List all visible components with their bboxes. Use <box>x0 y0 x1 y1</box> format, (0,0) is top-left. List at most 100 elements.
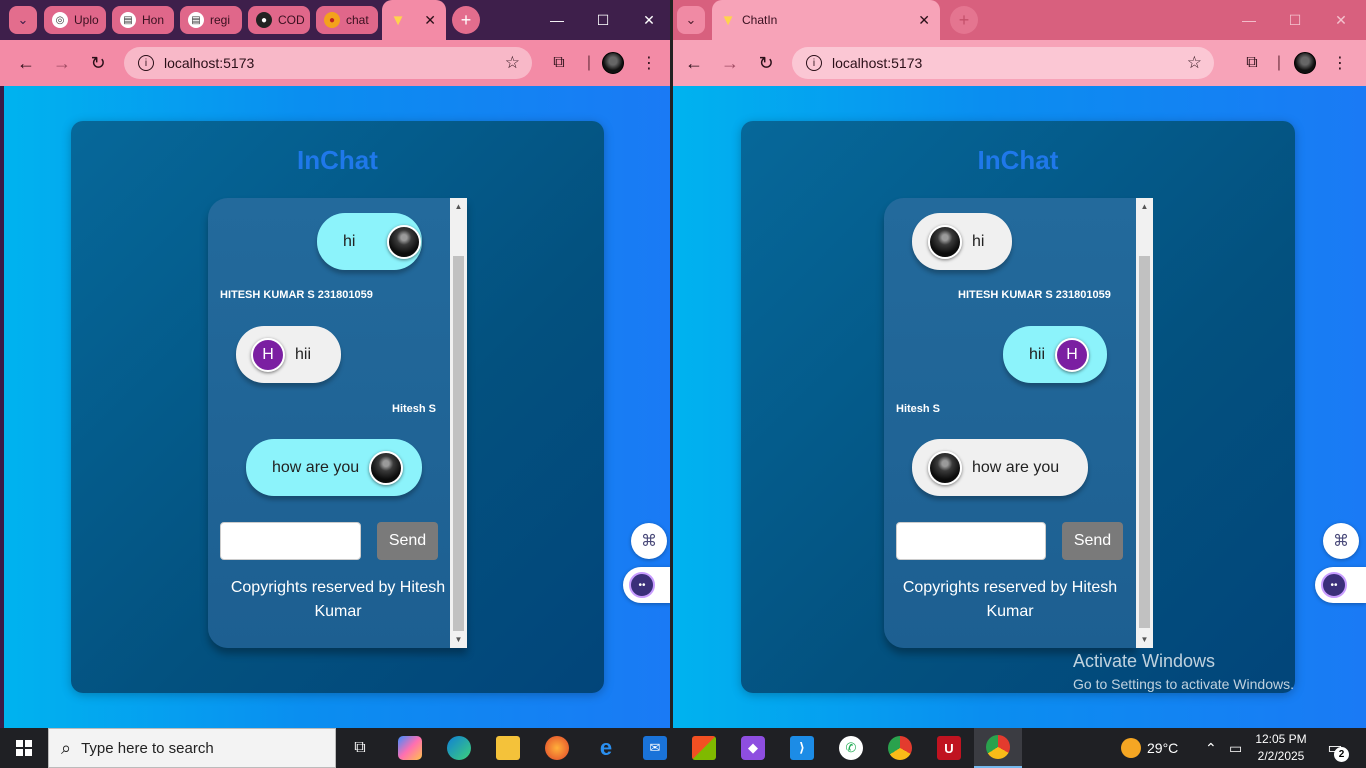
menu-icon[interactable]: ⋮ <box>1329 52 1351 74</box>
task-view-icon[interactable]: ⧉ <box>336 728 384 768</box>
battery-icon[interactable]: ▭ <box>1229 728 1242 768</box>
chat-messages[interactable]: hi HITESH KUMAR S 231801059 hii H Hitesh… <box>884 198 1136 648</box>
tab-5[interactable]: ● chat <box>316 6 378 34</box>
scroll-thumb[interactable] <box>1139 256 1150 628</box>
browser-toolbar: ← → ↻ i localhost:5173 ☆ ⧉ | ⋮ <box>0 40 672 86</box>
reload-button[interactable]: ↻ <box>754 51 778 75</box>
maximize-button[interactable]: ☐ <box>580 0 626 40</box>
taskbar-search[interactable]: ⌕ Type here to search <box>48 728 336 768</box>
profile-avatar[interactable] <box>1294 52 1316 74</box>
watermark-line-1: Activate Windows <box>1073 651 1216 671</box>
start-button[interactable] <box>0 728 48 768</box>
close-window-button[interactable]: ✕ <box>626 0 672 40</box>
message-bubble-own: hii H <box>1003 326 1107 383</box>
page-viewport: InChat hi HITESH KUMAR S 231801059 H hii… <box>4 86 672 728</box>
mail-icon[interactable]: ✉ <box>631 728 679 768</box>
forward-button[interactable]: → <box>50 51 74 75</box>
extensions-icon[interactable]: ⧉ <box>1241 52 1263 74</box>
tab-active[interactable]: ▼ ChatIn ✕ <box>712 0 940 40</box>
forward-button[interactable]: → <box>718 51 742 75</box>
app-title: InChat <box>297 145 378 175</box>
menu-icon[interactable]: ⋮ <box>638 52 660 74</box>
red-app-icon[interactable]: U <box>925 728 973 768</box>
clock[interactable]: 12:05 PM 2/2/2025 <box>1246 731 1316 765</box>
tab-4[interactable]: ● COD <box>248 6 310 34</box>
chat-messages[interactable]: hi HITESH KUMAR S 231801059 H hii Hitesh… <box>208 198 467 648</box>
chat-scrollbar[interactable]: ▲ ▼ <box>450 198 467 648</box>
browser-window-right: ⌄ ▼ ChatIn ✕ + — ☐ ✕ ← → ↻ i localhost:5… <box>672 0 1366 728</box>
tab-search-button[interactable]: ⌄ <box>9 6 37 34</box>
message-text: how are you <box>972 458 1060 476</box>
apps-grid-button[interactable]: ⌘ <box>631 523 667 559</box>
windows-icon <box>16 740 32 756</box>
site-info-icon[interactable]: i <box>806 55 822 71</box>
edge-icon[interactable] <box>435 728 483 768</box>
profile-avatar[interactable] <box>602 52 624 74</box>
tab-1[interactable]: ◎ Uplo <box>44 6 106 34</box>
copilot-icon[interactable] <box>386 728 434 768</box>
close-tab-icon[interactable]: ✕ <box>918 12 930 29</box>
copyright-text: Copyrights reserved by Hitesh Kumar <box>902 579 1118 620</box>
message-bubble-own: hi <box>317 213 422 270</box>
assistant-button[interactable]: •• <box>1315 567 1366 603</box>
minimize-button[interactable]: — <box>1226 0 1272 40</box>
new-tab-button[interactable]: + <box>950 6 978 34</box>
reload-button[interactable]: ↻ <box>86 51 110 75</box>
scroll-up-arrow[interactable]: ▲ <box>450 198 467 215</box>
tab-2[interactable]: ▤ Hon <box>112 6 174 34</box>
tray-expand-icon[interactable]: ⌃ <box>1205 728 1217 768</box>
store-icon[interactable] <box>680 728 728 768</box>
send-button[interactable]: Send <box>377 522 438 560</box>
bookmark-star-icon[interactable]: ☆ <box>1187 53 1202 73</box>
avatar <box>387 224 421 259</box>
extensions-icon[interactable]: ⧉ <box>548 52 570 74</box>
notifications-icon[interactable]: ▭2 <box>1323 736 1349 762</box>
chat-icon: ● <box>324 12 340 28</box>
obsidian-icon[interactable]: ◆ <box>729 728 777 768</box>
weather-icon <box>1121 738 1141 758</box>
weather-widget[interactable]: 29°C <box>1121 728 1178 768</box>
desktop: ⌄ ◎ Uplo ▤ Hon ▤ regi ● COD ● chat ▼ ✕ +… <box>0 0 1366 768</box>
minimize-button[interactable]: — <box>534 0 580 40</box>
vscode-icon[interactable]: ⟩ <box>778 728 826 768</box>
chrome-icon[interactable] <box>876 728 924 768</box>
scroll-down-arrow[interactable]: ▼ <box>450 631 467 648</box>
address-bar[interactable]: i localhost:5173 ☆ <box>792 47 1214 79</box>
address-bar[interactable]: i localhost:5173 ☆ <box>124 47 532 79</box>
close-window-button[interactable]: ✕ <box>1318 0 1364 40</box>
tab-active[interactable]: ▼ ✕ <box>382 0 446 40</box>
maximize-button[interactable]: ☐ <box>1272 0 1318 40</box>
message-input[interactable] <box>220 522 361 560</box>
apps-grid-button[interactable]: ⌘ <box>1323 523 1359 559</box>
bookmark-star-icon[interactable]: ☆ <box>505 53 520 73</box>
avatar <box>928 224 962 259</box>
message-bubble-other: H hii <box>236 326 341 383</box>
browser-window-left: ⌄ ◎ Uplo ▤ Hon ▤ regi ● COD ● chat ▼ ✕ +… <box>0 0 672 728</box>
scroll-down-arrow[interactable]: ▼ <box>1136 631 1153 648</box>
send-button[interactable]: Send <box>1062 522 1123 560</box>
tab-search-button[interactable]: ⌄ <box>677 6 705 34</box>
tab-3[interactable]: ▤ regi <box>180 6 242 34</box>
sender-name: Hitesh S <box>392 403 437 415</box>
internet-explorer-icon[interactable]: e <box>582 728 630 768</box>
message-bubble-own: how are you <box>246 439 422 496</box>
chat-scrollbar[interactable]: ▲ ▼ <box>1136 198 1153 648</box>
chat-card: InChat hi HITESH KUMAR S 231801059 hii H… <box>741 121 1295 693</box>
scroll-up-arrow[interactable]: ▲ <box>1136 198 1153 215</box>
clock-date: 2/2/2025 <box>1257 749 1305 763</box>
scroll-thumb[interactable] <box>453 256 464 631</box>
firefox-icon[interactable] <box>533 728 581 768</box>
close-tab-icon[interactable]: ✕ <box>424 12 436 29</box>
back-button[interactable]: ← <box>682 51 706 75</box>
site-info-icon[interactable]: i <box>138 55 154 71</box>
assistant-button[interactable]: •• <box>623 567 672 603</box>
new-tab-button[interactable]: + <box>452 6 480 34</box>
file-explorer-icon[interactable] <box>484 728 532 768</box>
chrome-profile-icon[interactable] <box>974 728 1022 768</box>
whatsapp-icon[interactable]: ✆ <box>827 728 875 768</box>
page-icon: ▤ <box>188 12 204 28</box>
clock-time: 12:05 PM <box>1255 732 1307 746</box>
back-button[interactable]: ← <box>14 51 38 75</box>
vite-icon: ▼ <box>720 11 736 29</box>
message-input[interactable] <box>896 522 1046 560</box>
